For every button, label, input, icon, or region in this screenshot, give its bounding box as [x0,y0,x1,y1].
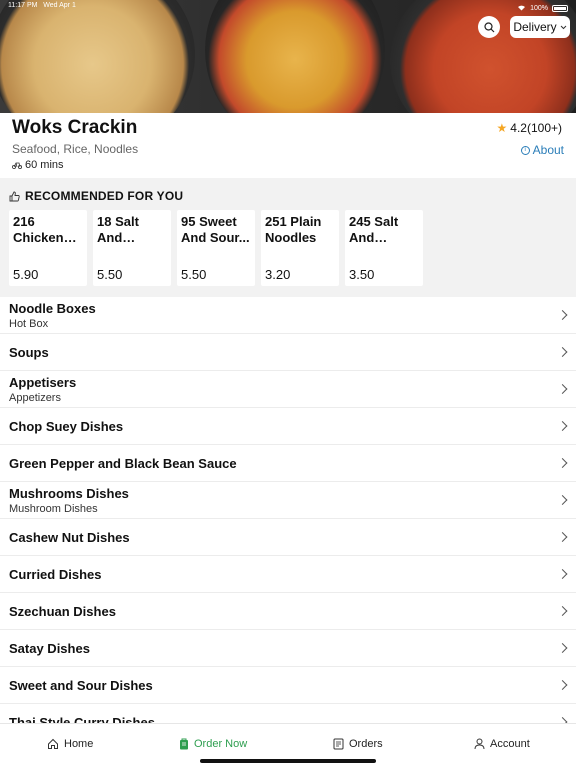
tab-orders[interactable]: Orders [333,738,383,750]
wifi-icon [517,4,526,13]
category-title: Green Pepper and Black Bean Sauce [9,455,237,471]
status-time: 11:17 PM [8,2,38,9]
category-subtitle: Appetizers [9,391,61,404]
battery-percent: 100% [530,4,548,12]
delivery-time: 60 mins [12,159,64,171]
category-title: Thai Style Curry Dishes [9,714,155,724]
card-name: 216 Chicken F... [13,214,64,245]
battery-icon [552,4,568,12]
bike-icon [12,162,22,169]
category-title: Satay Dishes [9,640,90,656]
category-subtitle: Hot Box [9,317,49,330]
category-title: Sweet and Sour Dishes [9,677,153,693]
restaurant-name: Woks Crackin [12,117,138,138]
search-button[interactable] [478,16,500,38]
recommended-card[interactable]: 245 Salt And Pepp... 3.50 [345,210,423,286]
category-row[interactable]: Sweet and Sour Dishes [0,667,576,704]
delivery-time-value: 60 mins [25,159,64,171]
category-list: Noodle Boxes Hot Box Soups Appetisers Ap… [0,297,576,723]
category-row[interactable]: Curried Dishes [0,556,576,593]
tab-home[interactable]: Home [47,738,93,750]
recommended-card[interactable]: 18 Salt And Pepper C... 5.50 [93,210,171,286]
cuisine-list: Seafood, Rice, Noodles [12,142,139,156]
card-name: 251 Plain Noodles [265,214,322,245]
category-title: Noodle Boxes [9,300,96,316]
recommended-header: RECOMMENDED FOR YOU [9,189,183,203]
recommended-card[interactable]: 216 Chicken F... 5.90 [9,210,87,286]
category-title: Szechuan Dishes [9,603,116,619]
card-name: 95 Sweet And Sour... [181,214,250,245]
home-icon [48,738,58,749]
status-bar: 11:17 PM Wed Apr 1 100% [8,2,568,14]
recommended-card[interactable]: 251 Plain Noodles 3.20 [261,210,339,286]
recommended-cards: 216 Chicken F... 5.90 18 Salt And Pepper… [9,210,423,286]
tab-account-label: Account [490,738,530,750]
category-subtitle: Mushroom Dishes [9,502,98,515]
thumbs-up-icon [9,191,20,201]
search-icon [483,21,494,32]
user-icon [474,738,485,750]
category-row[interactable]: Soups [0,334,576,371]
card-price: 5.90 [13,267,39,282]
home-indicator [200,759,376,763]
card-price: 5.50 [97,267,123,282]
category-row[interactable]: Satay Dishes [0,630,576,667]
chevron-down-icon [560,25,567,29]
tab-order-now[interactable]: Order Now [179,738,247,750]
category-title: Chop Suey Dishes [9,418,124,434]
tab-order-now-label: Order Now [194,738,248,750]
about-label: About [532,143,564,157]
rating: ★ 4.2(100+) [497,121,562,135]
card-price: 5.50 [181,267,207,282]
recommended-title: RECOMMENDED FOR YOU [25,189,184,203]
recommended-section: RECOMMENDED FOR YOU 216 Chicken F... 5.9… [0,178,576,297]
card-price: 3.50 [349,267,375,282]
receipt-icon [333,738,344,750]
hero-banner: 11:17 PM Wed Apr 1 100% Delivery [0,0,576,113]
category-title: Curried Dishes [9,566,102,582]
category-row[interactable]: Noodle Boxes Hot Box [0,297,576,334]
category-row[interactable]: Szechuan Dishes [0,593,576,630]
tab-orders-label: Orders [349,738,383,750]
noodles-image [205,0,385,113]
category-row[interactable]: Green Pepper and Black Bean Sauce [0,445,576,482]
tab-home-label: Home [64,738,94,750]
star-icon: ★ [496,121,508,135]
category-title: Cashew Nut Dishes [9,529,130,545]
fried-rice-image [0,0,195,113]
category-title: Mushrooms Dishes [9,485,129,501]
delivery-label: Delivery [513,20,557,34]
info-icon: i [520,145,530,155]
card-name: 18 Salt And Pepper C... [97,214,139,245]
delivery-mode-dropdown[interactable]: Delivery [510,16,570,38]
tab-account[interactable]: Account [474,738,530,750]
status-date: Wed Apr 1 [43,2,76,9]
category-row[interactable]: Thai Style Curry Dishes [0,704,576,723]
category-title: Appetisers [9,374,77,390]
category-row[interactable]: Mushrooms Dishes Mushroom Dishes [0,482,576,519]
category-row[interactable]: Cashew Nut Dishes [0,519,576,556]
card-name: 245 Salt And Pepp... [349,214,399,245]
rating-value: 4.2(100+) [510,121,562,135]
about-link[interactable]: i About [520,143,564,157]
category-row[interactable]: Chop Suey Dishes [0,408,576,445]
category-title: Soups [9,344,49,360]
category-row[interactable]: Appetisers Appetizers [0,371,576,408]
order-bag-icon [180,738,188,750]
recommended-card[interactable]: 95 Sweet And Sour... 5.50 [177,210,255,286]
card-price: 3.20 [265,267,291,282]
